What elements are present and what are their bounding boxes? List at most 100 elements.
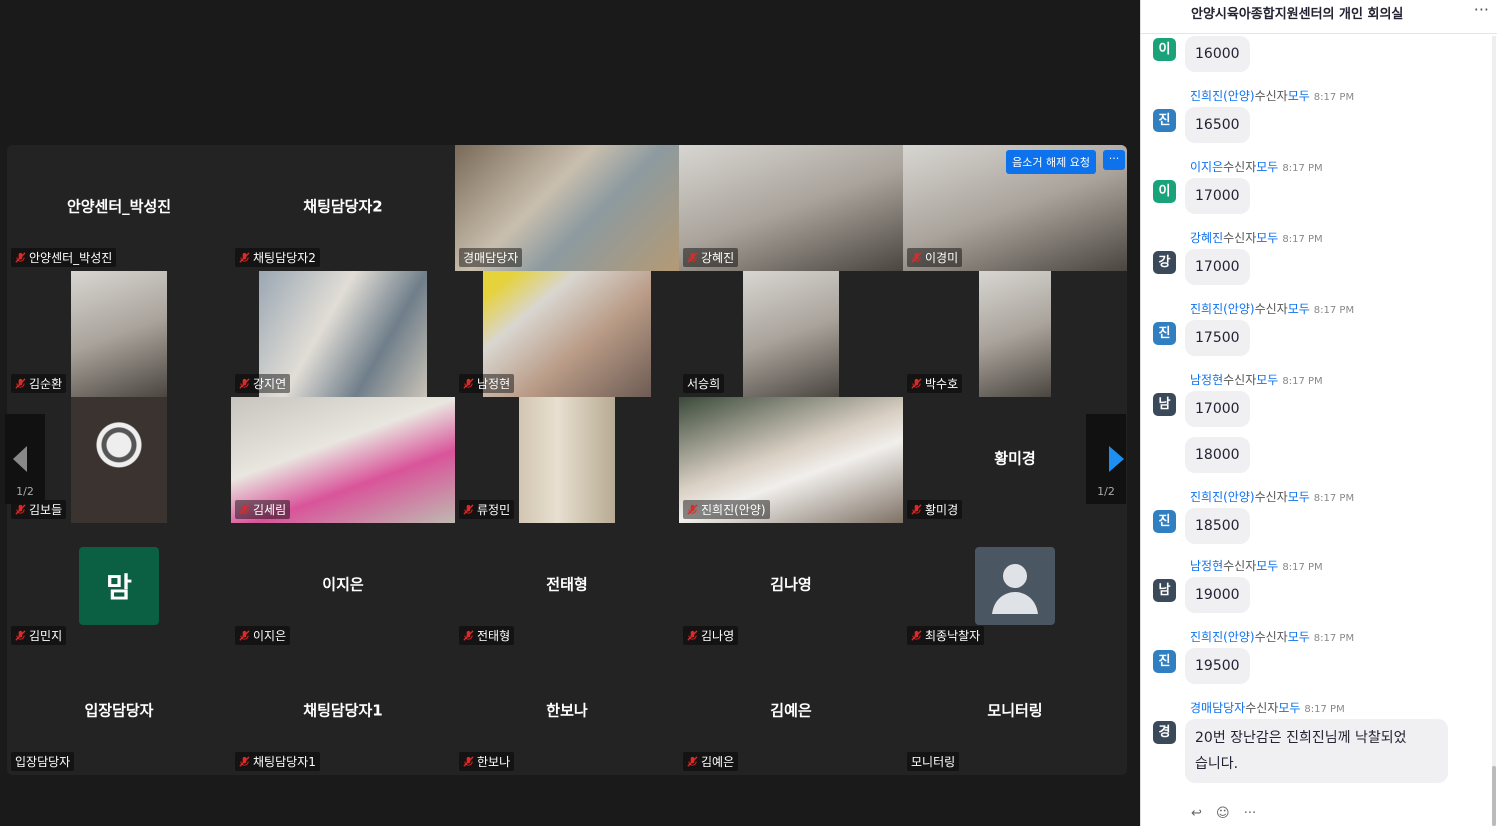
sender-avatar: 경 xyxy=(1153,721,1176,744)
chat-more-button[interactable]: ··· xyxy=(1474,0,1489,19)
chat-header: 안양시육아종합지원센터의 개인 회의실 ··· xyxy=(1141,0,1497,34)
participant-name-label: 서승희 xyxy=(683,374,725,393)
participant-display-name: 입장담당자 xyxy=(84,701,154,720)
participant-tile[interactable]: 채팅담당자2 채팅담당자2 xyxy=(231,145,455,271)
message-sender[interactable]: 진희진(안양) xyxy=(1190,630,1255,644)
participant-tile[interactable]: 김나영 김나영 xyxy=(679,523,903,649)
sender-avatar: 강 xyxy=(1153,251,1176,274)
muted-mic-icon xyxy=(239,756,250,767)
participant-tile[interactable]: 박수호 xyxy=(903,271,1127,397)
participant-video xyxy=(979,271,1051,397)
message-bubble: 16000 xyxy=(1185,36,1250,72)
muted-mic-icon xyxy=(687,252,698,263)
message-bubble: 17500 xyxy=(1185,320,1250,356)
sender-avatar: 남 xyxy=(1153,393,1176,416)
muted-mic-icon xyxy=(687,756,698,767)
muted-mic-icon xyxy=(15,504,26,515)
message-recipient[interactable]: 모두 xyxy=(1278,701,1300,715)
message-time: 8:17 PM xyxy=(1282,376,1323,387)
participant-display-name: 이지은 xyxy=(322,575,364,594)
more-actions-icon[interactable]: ··· xyxy=(1244,806,1256,821)
chat-scrollbar[interactable] xyxy=(1492,36,1496,826)
unmute-request-button[interactable]: 음소거 해제 요청 xyxy=(1006,150,1096,174)
muted-mic-icon xyxy=(911,378,922,389)
participant-tile[interactable]: 전태형 전태형 xyxy=(455,523,679,649)
message-sender[interactable]: 남정현 xyxy=(1190,373,1223,387)
message-meta: 진희진(안양)수신자모두 8:17 PM xyxy=(1190,488,1354,505)
message-meta: 진희진(안양)수신자모두 8:17 PM xyxy=(1190,300,1354,317)
message-sender[interactable]: 진희진(안양) xyxy=(1190,490,1255,504)
message-recipient[interactable]: 모두 xyxy=(1288,630,1310,644)
muted-mic-icon xyxy=(463,378,474,389)
message-bubble: 17000 xyxy=(1185,178,1250,214)
message-recipient[interactable]: 모두 xyxy=(1256,373,1278,387)
participant-tile[interactable]: 류정민 xyxy=(455,397,679,523)
participant-tile[interactable]: 안양센터_박성진 안양센터_박성진 xyxy=(7,145,231,271)
message-sender[interactable]: 진희진(안양) xyxy=(1190,302,1255,316)
participant-tile[interactable]: 김예은 김예은 xyxy=(679,649,903,775)
participant-name-label: 이경미 xyxy=(907,248,963,267)
participant-tile[interactable]: 맘김민지 xyxy=(7,523,231,649)
participant-name-label: 모니터링 xyxy=(907,752,960,771)
message-meta: 남정현수신자모두 8:17 PM xyxy=(1190,557,1323,574)
reply-icon[interactable]: ↩ xyxy=(1191,806,1202,821)
prev-page-button[interactable]: 1/2 xyxy=(5,414,45,504)
participant-name-label: 안양센터_박성진 xyxy=(11,248,117,267)
message-bubble: 19000 xyxy=(1185,577,1250,613)
participant-tile[interactable]: 강지연 xyxy=(231,271,455,397)
message-recipient-label: 수신자 xyxy=(1245,701,1279,715)
participant-tile[interactable]: 이지은 이지은 xyxy=(231,523,455,649)
message-sender[interactable]: 경매담당자 xyxy=(1190,701,1245,715)
message-time: 8:17 PM xyxy=(1304,704,1345,715)
message-sender[interactable]: 이지은 xyxy=(1190,160,1223,174)
gallery-grid: 안양센터_박성진 안양센터_박성진 채팅담당자2 채팅담당자2 경매담당자 강혜진 음소거 … xyxy=(7,145,1127,775)
participant-name-label: 박수호 xyxy=(907,374,963,393)
next-page-button[interactable]: 1/2 xyxy=(1086,414,1126,504)
tile-more-button[interactable]: ··· xyxy=(1103,150,1125,170)
message-recipient[interactable]: 모두 xyxy=(1256,160,1278,174)
participant-tile[interactable]: 김순환 xyxy=(7,271,231,397)
page-indicator-right: 1/2 xyxy=(1097,485,1115,498)
chat-title: 안양시육아종합지원센터의 개인 회의실 xyxy=(1191,7,1404,22)
message-meta: 경매담당자수신자모두 8:17 PM xyxy=(1190,699,1345,716)
message-recipient[interactable]: 모두 xyxy=(1288,490,1310,504)
chat-message-list[interactable]: 이지은수신자모두8:17 PM이16000진희진(안양)수신자모두8:17 PM… xyxy=(1141,34,1497,826)
participant-name-label: 이지은 xyxy=(235,626,291,645)
participant-avatar: 맘 xyxy=(79,547,159,625)
message-sender[interactable]: 남정현 xyxy=(1190,559,1223,573)
message-sender[interactable]: 강혜진 xyxy=(1190,231,1223,245)
message-recipient[interactable]: 모두 xyxy=(1288,302,1310,316)
sender-avatar: 이 xyxy=(1153,180,1176,203)
sender-avatar: 진 xyxy=(1153,650,1176,673)
message-sender[interactable]: 진희진(안양) xyxy=(1190,89,1255,103)
participant-tile[interactable]: 채팅담당자1 채팅담당자1 xyxy=(231,649,455,775)
participant-tile[interactable]: 모니터링 모니터링 xyxy=(903,649,1127,775)
participant-name-label: 강혜진 xyxy=(683,248,739,267)
message-recipient[interactable]: 모두 xyxy=(1256,559,1278,573)
participant-video xyxy=(519,397,615,523)
participant-tile[interactable]: 최종낙찰자 xyxy=(903,523,1127,649)
participant-name-label: 진희진(안양) xyxy=(683,500,770,519)
message-meta: 남정현수신자모두 8:17 PM xyxy=(1190,371,1323,388)
message-time: 8:17 PM xyxy=(1313,92,1355,103)
message-recipient[interactable]: 모두 xyxy=(1256,231,1278,245)
participant-tile[interactable]: 진희진(안양) xyxy=(679,397,903,523)
chevron-left-icon xyxy=(13,446,27,472)
participant-tile[interactable]: 한보나 한보나 xyxy=(455,649,679,775)
message-recipient-label: 수신자 xyxy=(1223,160,1257,174)
participant-name-label: 김민지 xyxy=(11,626,67,645)
participant-tile[interactable]: 경매담당자 xyxy=(455,145,679,271)
muted-mic-icon xyxy=(239,630,250,641)
muted-mic-icon xyxy=(463,504,474,515)
chevron-right-icon xyxy=(1109,446,1124,472)
participant-video xyxy=(71,271,167,397)
participant-tile[interactable]: 입장담당자 입장담당자 xyxy=(7,649,231,775)
participant-name-label: 입장담당자 xyxy=(11,752,75,771)
participant-tile[interactable]: 서승희 xyxy=(679,271,903,397)
emoji-icon[interactable]: ☺ xyxy=(1216,806,1230,821)
participant-tile[interactable]: 김세림 xyxy=(231,397,455,523)
message-recipient[interactable]: 모두 xyxy=(1288,89,1310,103)
participant-tile[interactable]: 음소거 해제 요청 ··· 이경미 xyxy=(903,145,1127,271)
participant-tile[interactable]: 남정현 xyxy=(455,271,679,397)
participant-tile[interactable]: 강혜진 xyxy=(679,145,903,271)
